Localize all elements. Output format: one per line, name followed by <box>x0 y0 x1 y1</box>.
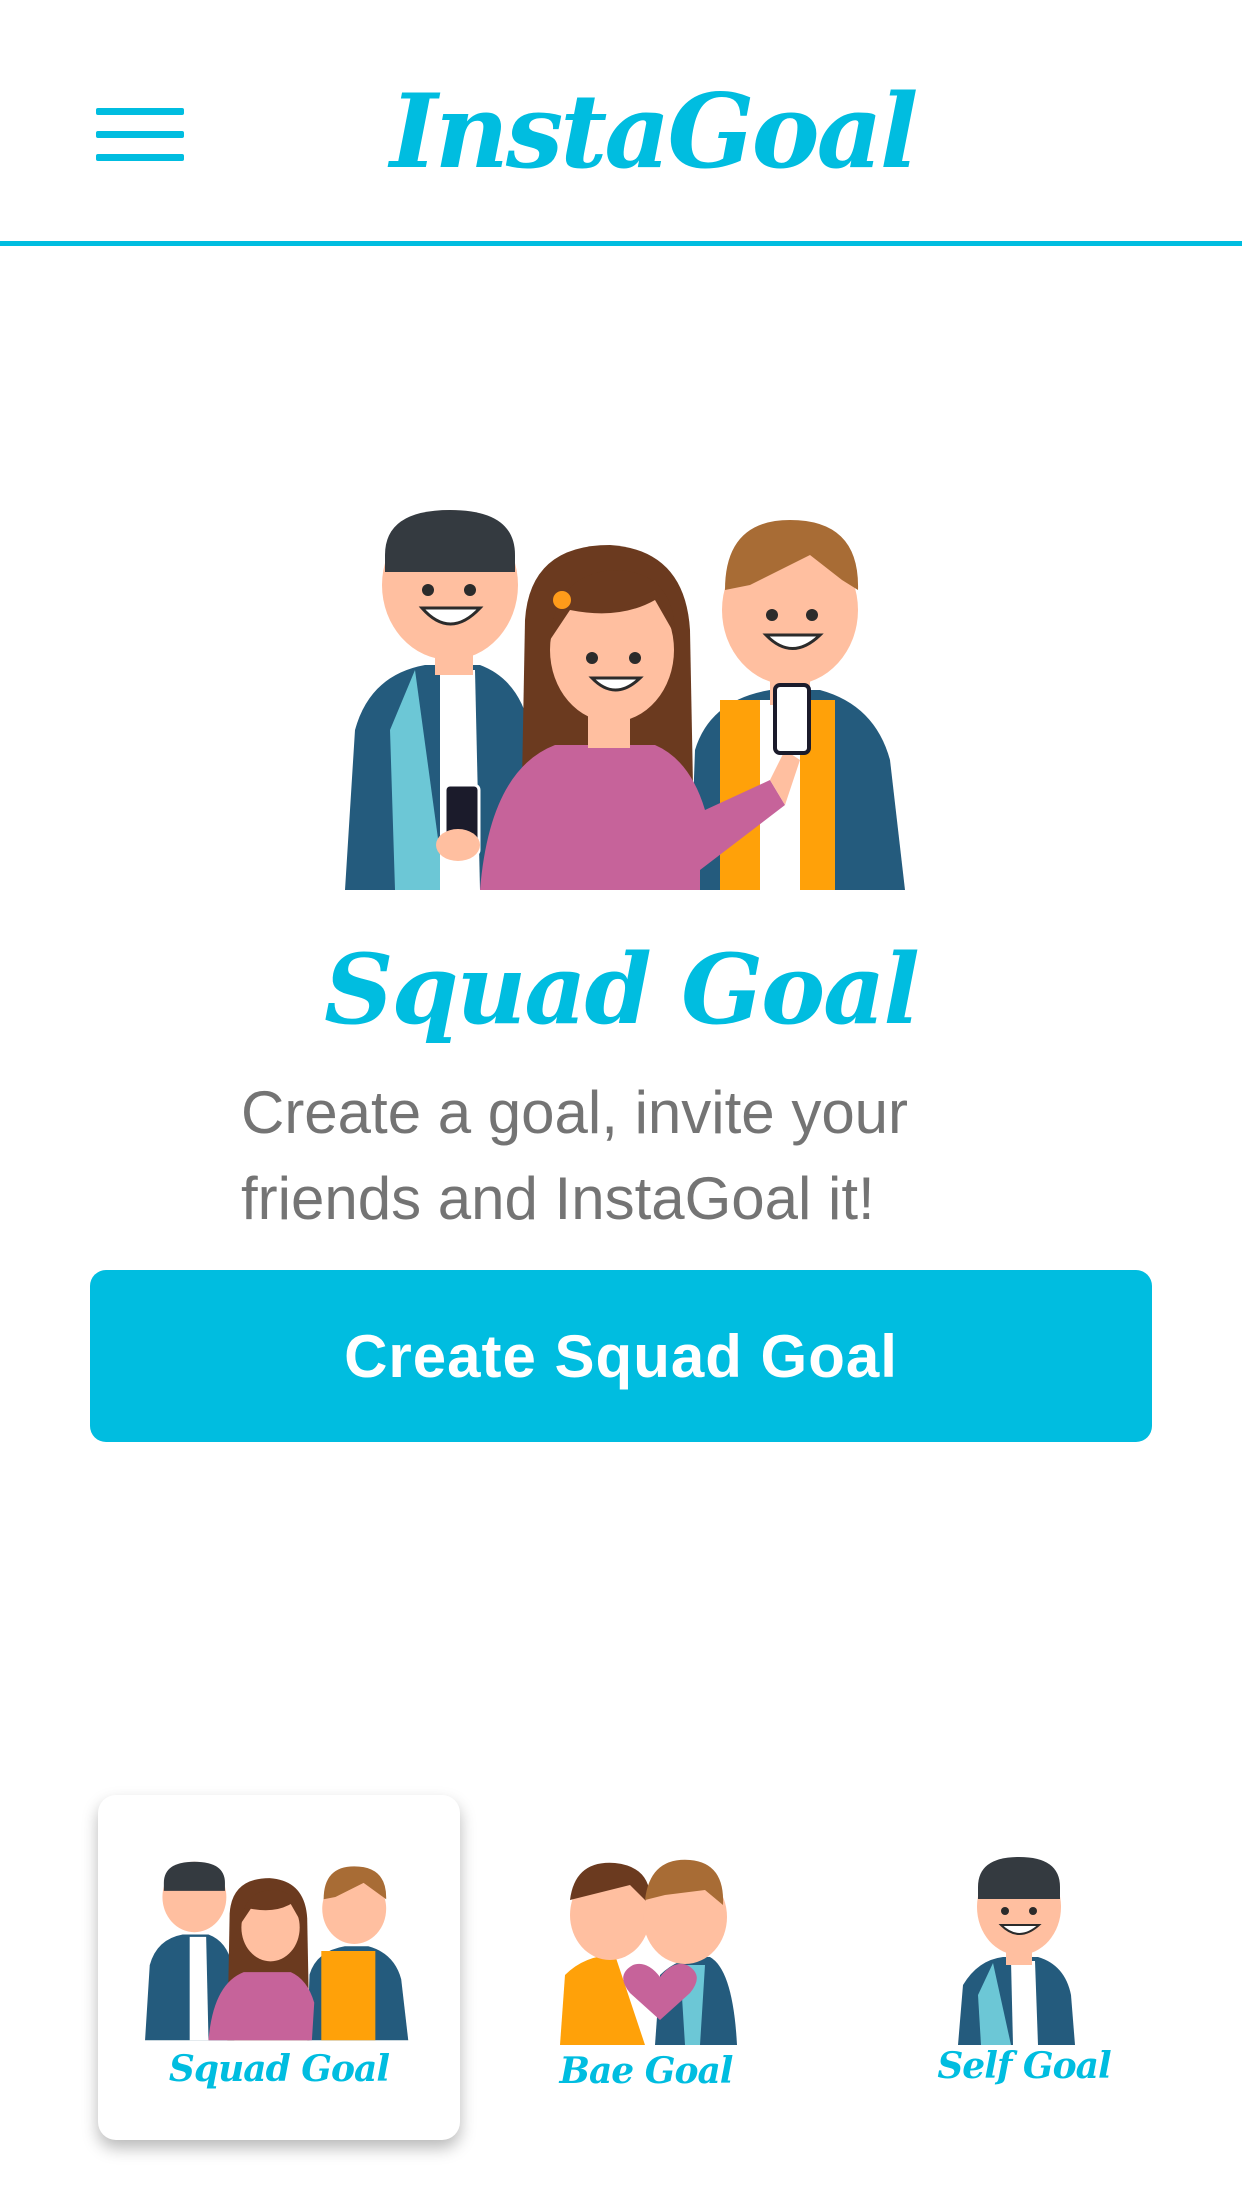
bae-goal-icon <box>560 1859 737 2045</box>
description-line-2: friends and InstaGoal it! <box>241 1165 875 1232</box>
self-goal-icon <box>958 1857 1075 2045</box>
menu-bar <box>96 131 184 138</box>
squad-goal-icon <box>145 1861 409 2041</box>
hero-description: Create a goal, invite your friends and I… <box>0 1070 1242 1242</box>
app-header: InstaGoal <box>0 0 1242 246</box>
hamburger-menu-icon[interactable] <box>96 104 186 166</box>
goal-tab-squad[interactable]: Squad Goal <box>98 1795 460 2140</box>
goal-tab-label: Self Goal <box>937 2045 1111 2087</box>
goal-tab-label: Squad Goal <box>168 2048 390 2090</box>
create-squad-goal-button[interactable]: Create Squad Goal <box>90 1270 1152 1442</box>
goal-tab-bae[interactable]: Bae Goal <box>465 1795 827 2140</box>
app-logo: InstaGoal <box>390 72 918 192</box>
description-line-1: Create a goal, invite your <box>241 1079 909 1146</box>
squad-illustration <box>345 510 905 890</box>
menu-bar <box>96 108 184 115</box>
menu-bar <box>96 154 184 161</box>
goal-tab-self[interactable]: Self Goal <box>843 1795 1205 2140</box>
hero-title: Squad Goal <box>324 933 920 1046</box>
goal-tab-label: Bae Goal <box>559 2050 734 2092</box>
